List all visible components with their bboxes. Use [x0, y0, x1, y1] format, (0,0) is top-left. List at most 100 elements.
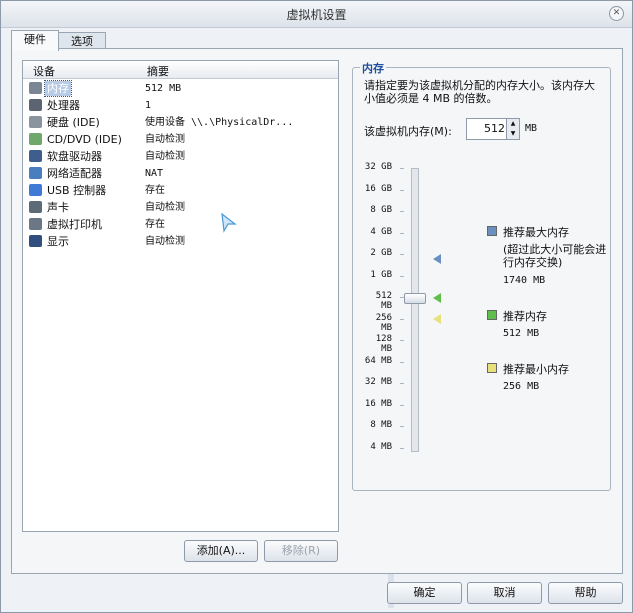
device-summary: 自动检测: [145, 202, 185, 213]
legend-recommended-icon: [487, 310, 497, 320]
memory-slider-thumb[interactable]: [404, 293, 426, 304]
device-name: CD/DVD (IDE): [47, 133, 122, 146]
memory-size-value: 512: [484, 122, 505, 135]
list-item[interactable]: USB 控制器 存在: [27, 182, 335, 199]
memory-icon: [29, 82, 42, 94]
list-item[interactable]: 硬盘 (IDE) 使用设备 \\.\PhysicalDr...: [27, 114, 335, 131]
memory-group-title: 内存: [360, 60, 386, 76]
memory-unit: MB: [525, 123, 538, 134]
ok-button[interactable]: 确定: [387, 582, 462, 604]
legend-min-icon: [487, 363, 497, 373]
tab-hardware[interactable]: 硬件: [11, 30, 59, 51]
scale-tick-label: 32 GB: [364, 162, 392, 172]
remove-button[interactable]: 移除(R): [264, 540, 338, 562]
scale-tick-mark: [400, 361, 404, 363]
device-summary: 512 MB: [145, 83, 182, 94]
scale-tick-label: 128 MB: [375, 334, 392, 354]
memory-description: 请指定要为该虚拟机分配的内存大小。该内存大小值必须是 4 MB 的倍数。: [364, 79, 595, 105]
scale-tick-label: 1 GB: [370, 269, 392, 280]
list-item[interactable]: 软盘驱动器 自动检测: [27, 148, 335, 165]
scale-tick-mark: [400, 383, 404, 384]
legend-min-title: 推荐最小内存: [503, 363, 569, 376]
scale-tick-label: 4 GB: [370, 226, 392, 237]
help-button[interactable]: 帮助: [548, 582, 623, 604]
scale-tick-label: 256 MB: [375, 312, 392, 333]
device-summary: 存在: [145, 219, 165, 230]
speaker-icon: [29, 201, 42, 213]
scale-tick-label: 8 GB: [370, 205, 392, 215]
list-item[interactable]: 显示 自动检测: [27, 233, 335, 250]
memory-size-label: 该虚拟机内存(M):: [364, 125, 452, 138]
scale-tick-label: 4 MB: [370, 441, 392, 452]
list-item[interactable]: 处理器 1: [27, 97, 335, 114]
cursor-icon: [221, 213, 237, 233]
usb-icon: [29, 184, 42, 196]
list-item[interactable]: 网络适配器 NAT: [27, 165, 335, 182]
column-header-device[interactable]: 设备: [33, 63, 55, 79]
legend-recommended-title: 推荐内存: [503, 310, 547, 323]
device-name: 网络适配器: [47, 167, 102, 180]
device-summary: 存在: [145, 185, 165, 196]
device-name: 软盘驱动器: [47, 150, 102, 163]
device-summary: 自动检测: [145, 134, 185, 145]
scale-tick-mark: [400, 404, 404, 406]
scale-tick-label: 64 MB: [364, 355, 392, 366]
network-icon: [29, 167, 42, 179]
device-name: 虚拟打印机: [47, 218, 102, 231]
device-summary: 自动检测: [145, 236, 185, 247]
device-name: 处理器: [47, 99, 80, 112]
device-name: 显示: [47, 235, 69, 248]
column-header-summary[interactable]: 摘要: [147, 63, 169, 79]
legend-max-icon: [487, 226, 497, 236]
device-list[interactable]: 设备 摘要 内存 512 MB 处理器 1 硬盘 (IDE) 使用设备 \\.\Physi…: [22, 60, 339, 532]
title-bar[interactable]: 虚拟机设置 ✕: [1, 1, 632, 28]
close-icon[interactable]: ✕: [609, 6, 624, 21]
memory-size-input[interactable]: 512 ▲ ▼: [466, 118, 520, 140]
legend-recommended-value: 512 MB: [503, 328, 540, 339]
monitor-icon: [29, 235, 42, 247]
spin-buttons[interactable]: ▲ ▼: [506, 119, 519, 139]
device-summary: 1: [145, 100, 152, 111]
max-marker-icon: [433, 254, 441, 264]
hard-disk-icon: [29, 116, 42, 128]
device-summary: 自动检测: [145, 151, 185, 162]
legend-min-value: 256 MB: [503, 381, 540, 392]
printer-icon: [29, 218, 42, 230]
scale-tick-mark: [400, 168, 404, 169]
scale-tick-mark: [400, 426, 404, 427]
device-name: 声卡: [47, 201, 69, 214]
floppy-icon: [29, 150, 42, 162]
scale-tick-label: 32 MB: [364, 377, 392, 387]
scale-tick-label: 2 GB: [370, 248, 392, 258]
recommended-marker-icon: [433, 293, 441, 303]
cancel-button[interactable]: 取消: [467, 582, 542, 604]
list-item[interactable]: 内存 512 MB: [27, 80, 335, 97]
scale-tick-mark: [400, 232, 404, 234]
list-item[interactable]: 虚拟打印机 存在: [27, 216, 335, 233]
legend-max-value: 1740 MB: [503, 275, 546, 286]
scale-tick-mark: [400, 340, 404, 341]
list-header: 设备 摘要: [23, 61, 338, 79]
add-button[interactable]: 添加(A)...: [184, 540, 258, 562]
device-name: 内存: [44, 80, 72, 97]
device-summary: 使用设备 \\.\PhysicalDr...: [145, 117, 294, 128]
scale-tick-mark: [400, 275, 404, 277]
list-item[interactable]: CD/DVD (IDE) 自动检测: [27, 131, 335, 148]
min-marker-icon: [433, 314, 441, 324]
scale-tick-mark: [400, 189, 404, 191]
scale-tick-label: 512 MB: [375, 291, 392, 311]
window-title: 虚拟机设置: [286, 8, 347, 22]
list-item[interactable]: 声卡 自动检测: [27, 199, 335, 216]
legend-max-note: (超过此大小可能会进行内存交换): [503, 243, 607, 269]
scale-tick-label: 8 MB: [370, 420, 392, 430]
device-summary: NAT: [145, 168, 164, 179]
scale-tick-mark: [400, 254, 404, 255]
legend-max-title: 推荐最大内存: [503, 226, 569, 239]
scale-tick-mark: [400, 211, 404, 212]
cd-icon: [29, 133, 42, 145]
scale-tick-label: 16 MB: [364, 398, 392, 409]
cpu-icon: [29, 99, 42, 111]
device-name: 硬盘 (IDE): [47, 116, 100, 129]
scale-tick-mark: [400, 447, 404, 449]
memory-slider-track[interactable]: [411, 168, 419, 452]
